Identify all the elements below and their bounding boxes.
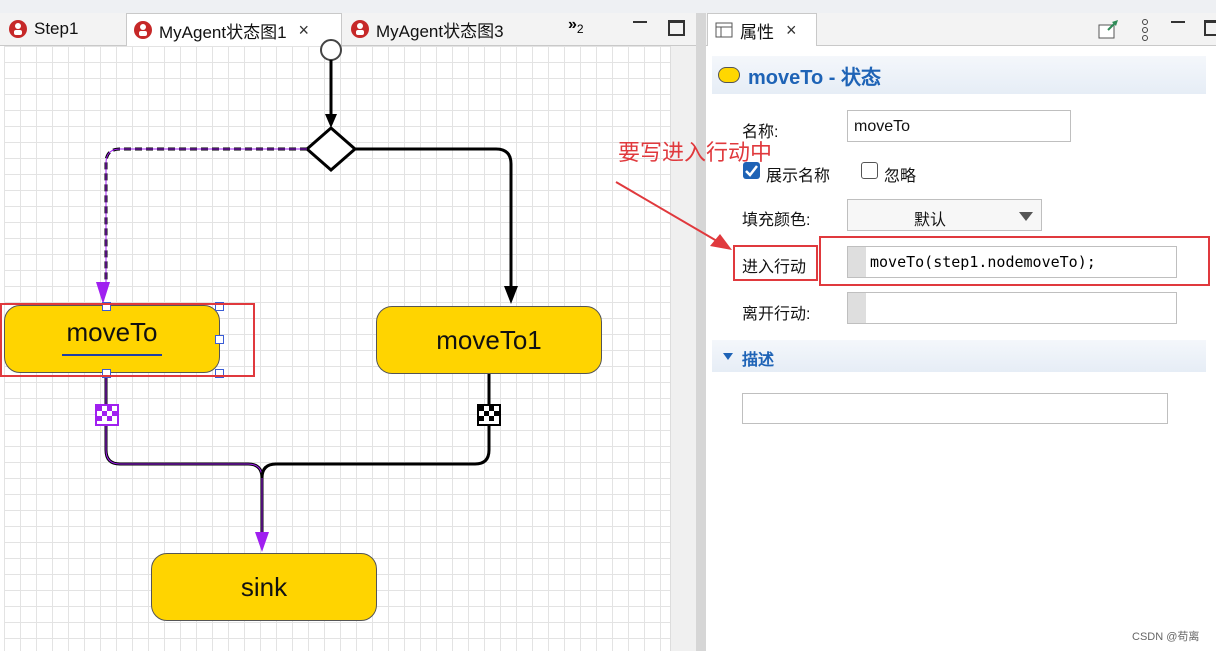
- properties-title: moveTo - 状态: [748, 66, 881, 89]
- properties-icon: [715, 22, 733, 38]
- exit-action-field[interactable]: [847, 292, 1177, 324]
- entry-action-code: moveTo(step1.nodemoveTo);: [870, 253, 1096, 271]
- properties-panel: [706, 13, 1216, 651]
- minimize-icon[interactable]: [1171, 18, 1185, 23]
- fill-color-label: 填充颜色:: [742, 212, 811, 229]
- chevron-down-icon: [723, 353, 733, 360]
- timeout-flag-icon: [477, 404, 501, 426]
- timeout-flag-icon: [95, 404, 119, 426]
- close-icon[interactable]: ×: [786, 20, 797, 41]
- description-title: 描述: [742, 352, 775, 369]
- ignore-label: 忽略: [884, 168, 917, 185]
- fill-color-dropdown[interactable]: 默认: [847, 199, 1042, 231]
- tab-label: 属性: [740, 22, 774, 42]
- field-gutter: [848, 293, 866, 323]
- description-field[interactable]: [742, 393, 1168, 424]
- state-icon: [718, 67, 740, 83]
- branch-transition-moveTo1: [355, 147, 513, 290]
- state-sink[interactable]: sink: [151, 553, 377, 621]
- branch-diamond-icon: [304, 126, 358, 172]
- exit-action-label: 离开行动:: [742, 306, 811, 323]
- properties-header: moveTo - 状态: [712, 56, 1206, 94]
- entry-action-label: 进入行动: [742, 259, 807, 276]
- annotation-arrow-icon: [615, 181, 732, 250]
- name-value: moveTo: [854, 118, 911, 135]
- state-label: sink: [240, 571, 288, 602]
- description-section-header[interactable]: 描述: [712, 340, 1206, 372]
- branch-transition-moveTo: [104, 147, 307, 290]
- entry-point-icon: [320, 39, 342, 61]
- view-menu-icon[interactable]: [1140, 18, 1150, 42]
- chevron-down-icon: [1019, 212, 1033, 221]
- state-label: moveTo1: [436, 324, 542, 355]
- name-field[interactable]: moveTo: [847, 110, 1071, 142]
- watermark: CSDN @苟离: [1132, 631, 1200, 643]
- arrow-head: [325, 114, 337, 128]
- arrow-head: [504, 286, 518, 304]
- field-gutter: [848, 247, 866, 277]
- transition-moveTo-sink: [104, 372, 264, 540]
- maximize-icon[interactable]: [1204, 20, 1216, 36]
- transition-moveTo1-sink: [260, 372, 491, 479]
- state-moveTo1[interactable]: moveTo1: [376, 306, 602, 374]
- annotation-text: 要写进入行动中: [618, 140, 773, 165]
- fill-color-value: 默认: [914, 212, 947, 229]
- tab-properties[interactable]: 属性 ×: [707, 13, 817, 46]
- entry-action-field[interactable]: moveTo(step1.nodemoveTo);: [847, 246, 1177, 278]
- arrow-head: [255, 532, 269, 552]
- arrow-head: [96, 282, 110, 304]
- panel-splitter[interactable]: [696, 13, 706, 651]
- show-name-label: 展示名称: [766, 168, 831, 185]
- pin-editor-icon[interactable]: [1098, 20, 1120, 40]
- highlight-box-moveTo: [0, 303, 255, 377]
- ignore-checkbox[interactable]: [861, 162, 878, 179]
